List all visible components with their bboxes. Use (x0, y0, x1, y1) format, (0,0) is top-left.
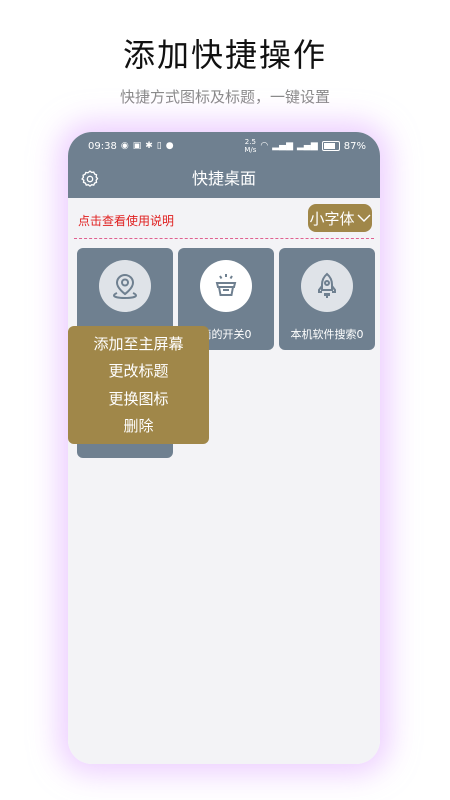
tile-label: 本机软件搜索0 (290, 328, 364, 341)
chevron-down-icon (357, 214, 370, 222)
status-right: 2.5 M/s ◠ ▂▄▆ ▂▄▆ 87% (244, 138, 366, 154)
network-speed-unit: M/s (244, 146, 257, 154)
tile-icon-bg (200, 260, 252, 312)
eye-icon: ◉ (120, 141, 129, 151)
status-time: 09:38 (88, 140, 117, 152)
signal-icon: ▂▄▆ (272, 141, 293, 151)
basket-icon (215, 274, 237, 296)
menu-item-change-title[interactable]: 更改标题 (68, 358, 209, 384)
phone-screen: 09:38 ◉ ▣ ✱ ▯ ● 2.5 M/s ◠ ▂▄▆ ▂▄▆ 87% 快捷… (68, 132, 380, 764)
shortcut-tile[interactable]: 本机软件搜索0 (279, 248, 375, 350)
map-pin-icon (112, 273, 138, 300)
signal-2-icon: ▂▄▆ (297, 141, 318, 151)
vibrate-icon: ▯ (156, 141, 162, 151)
wifi-icon: ◠ (260, 141, 269, 151)
menu-item-delete[interactable]: 删除 (68, 413, 209, 439)
menu-item-add-to-home[interactable]: 添加至主屏幕 (68, 331, 209, 357)
promo-title: 添加快捷操作 (122, 36, 327, 74)
font-size-select[interactable]: 小字体 (308, 204, 372, 232)
context-menu: 添加至主屏幕 更改标题 更换图标 删除 (68, 326, 209, 444)
rocket-icon (318, 272, 336, 298)
menu-item-change-icon[interactable]: 更换图标 (68, 386, 209, 412)
promo-subtitle: 快捷方式图标及标题，一键设置 (119, 88, 330, 106)
bluetooth-icon: ✱ (145, 141, 153, 151)
shortcut-tile-partial[interactable] (77, 442, 173, 458)
battery-percent: 87% (343, 140, 366, 152)
tile-icon-bg (301, 260, 353, 312)
nfc-icon: ▣ (132, 141, 142, 151)
font-size-selected: 小字体 (309, 209, 355, 228)
app-title: 快捷桌面 (191, 169, 256, 188)
tile-icon-bg (99, 260, 151, 312)
status-left: 09:38 ◉ ▣ ✱ ▯ ● (88, 141, 174, 152)
help-link[interactable]: 点击查看使用说明 (78, 212, 174, 229)
network-speed: 2.5 M/s (244, 138, 256, 154)
chat-icon: ● (165, 141, 174, 151)
app-bar: 快捷桌面 (68, 160, 380, 198)
network-speed-value: 2.5 (244, 138, 256, 146)
dashed-divider (74, 238, 374, 239)
battery-icon (321, 141, 340, 151)
status-bar: 09:38 ◉ ▣ ✱ ▯ ● 2.5 M/s ◠ ▂▄▆ ▂▄▆ 87% (68, 132, 380, 160)
